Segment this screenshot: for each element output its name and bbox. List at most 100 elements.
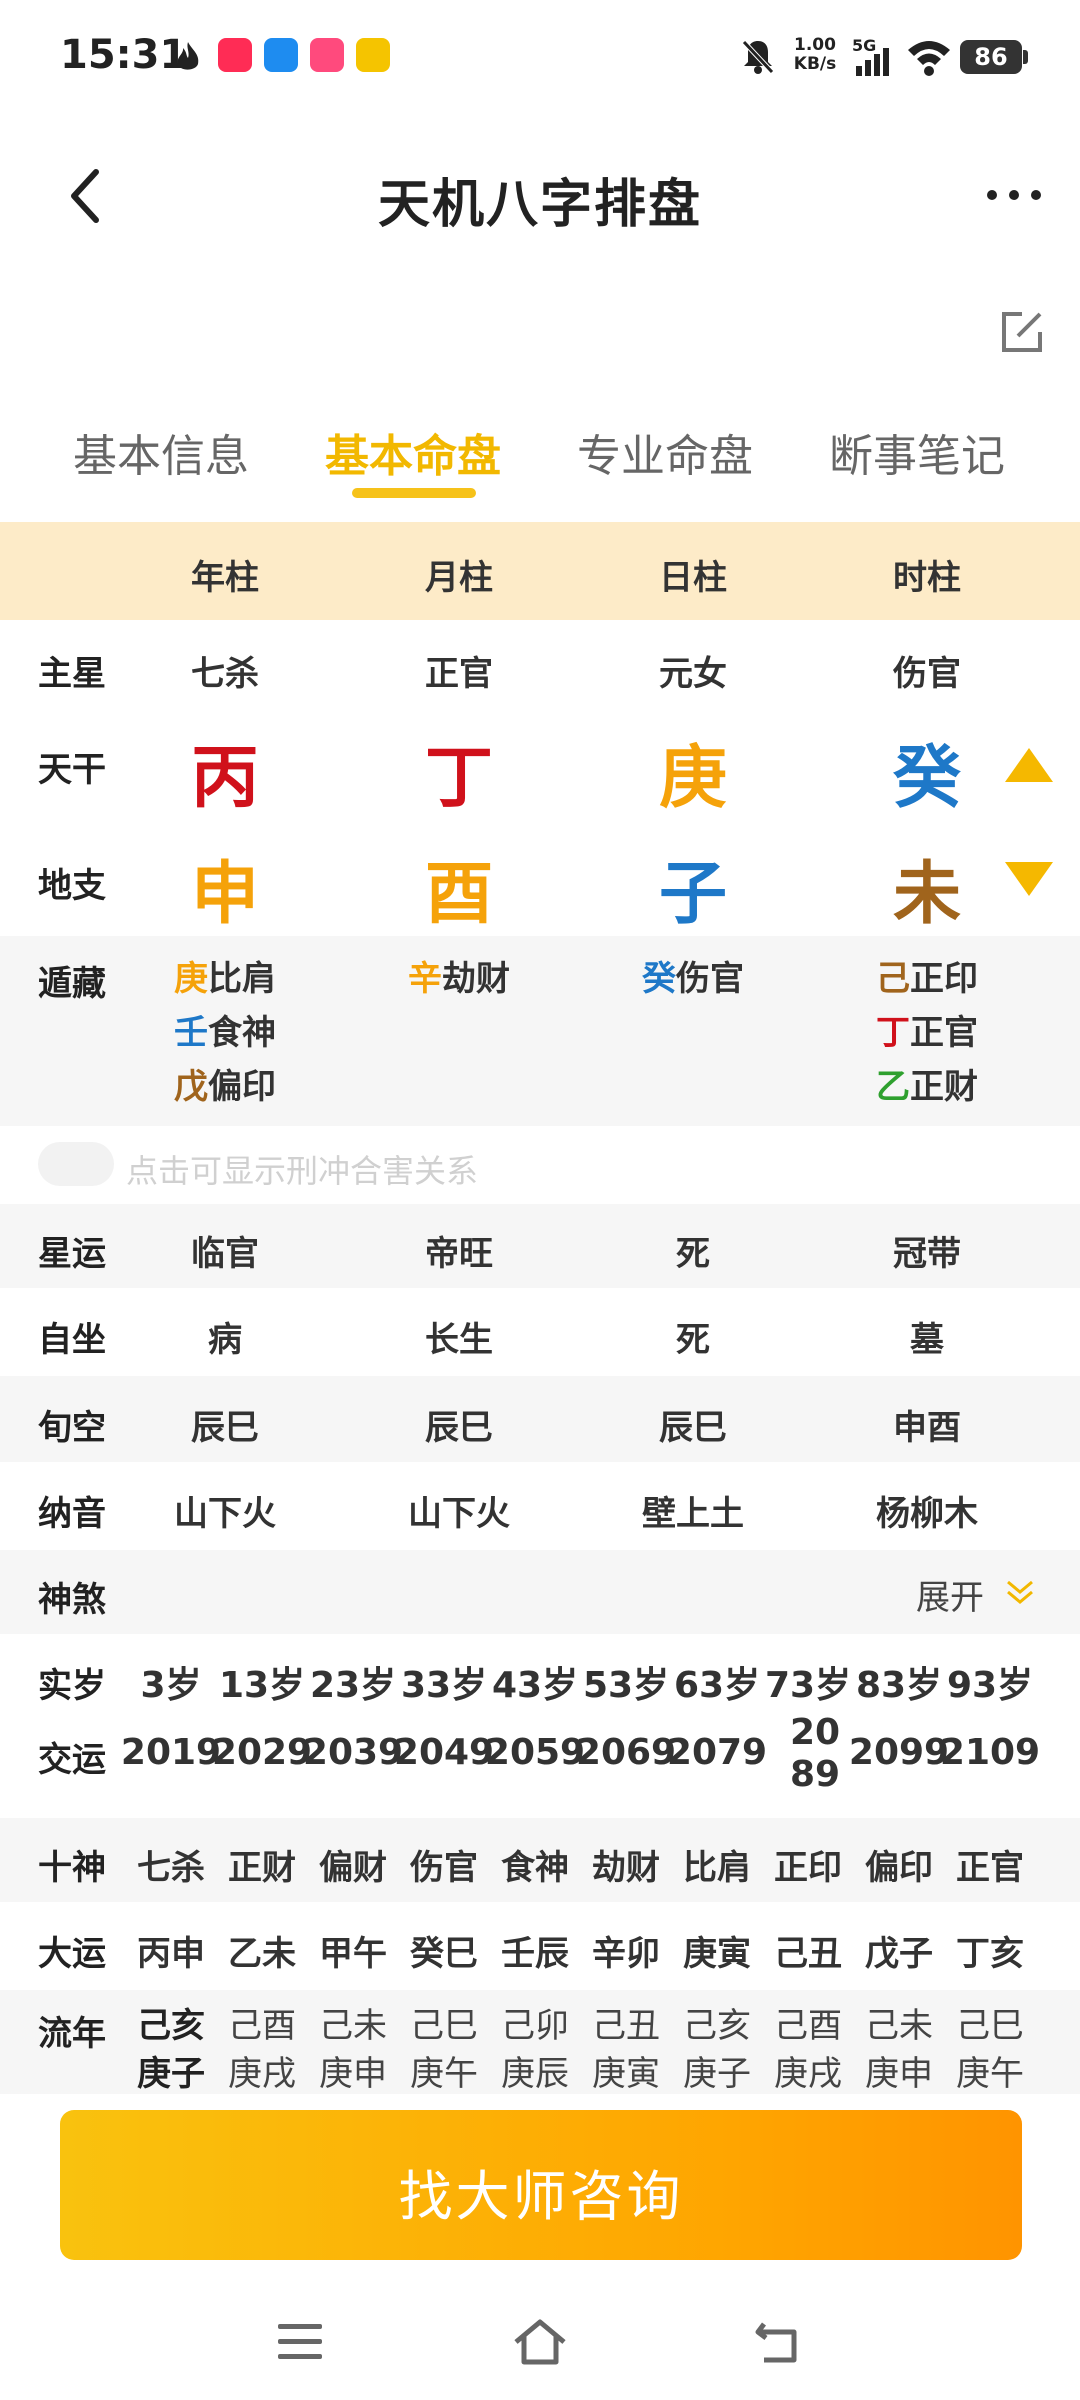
dayun-pillar[interactable]: 辛卯 — [592, 1926, 660, 1975]
row-liunian: 流年 己亥 庚子 己酉 庚戌 己未 庚申 己巳 庚午 己卯 庚辰 己丑 庚寅 己亥 庚子 己酉… — [0, 1990, 1080, 2094]
relation-toggle[interactable] — [38, 1142, 114, 1186]
dizhi-char: 未 — [892, 855, 962, 934]
flame-icon — [177, 42, 199, 70]
nayin-value: 山下火 — [408, 1494, 510, 1534]
row-nayin: 纳音 山下火 山下火 壁上土 杨柳木 — [0, 1464, 1080, 1548]
age-value: 23岁 — [309, 1665, 397, 1706]
jiaoyun-year: 2039 — [302, 1732, 404, 1773]
row-label: 自坐 — [38, 1320, 106, 1360]
tiangan-char: 丙 — [190, 739, 260, 818]
jiaoyun-year: 2109 — [939, 1732, 1041, 1773]
row-canggan: 遁藏 庚比肩 壬食神 戊偏印 辛劫财 癸伤官 己正印 丁正官 乙正财 — [0, 936, 1080, 1126]
dayun-pillar[interactable]: 戊子 — [865, 1926, 933, 1975]
pillar-hour-header: 时柱 — [893, 558, 961, 598]
jiaoyun-year: 2049 — [393, 1732, 495, 1773]
jiaoyun-year: 2029 — [211, 1732, 313, 1773]
liunian-col[interactable]: 己酉 庚戌 — [774, 2002, 842, 2094]
tab-bar: 基本信息 基本命盘 专业命盘 断事笔记 — [0, 420, 1080, 520]
age-value: 83岁 — [855, 1665, 943, 1706]
liunian-col[interactable]: 己未 庚申 — [865, 2002, 933, 2094]
jiaoyun-year: 2099 — [848, 1732, 950, 1773]
row-label: 天干 — [38, 750, 106, 790]
zhuxing-value: 正官 — [425, 654, 493, 694]
age-value: 13岁 — [218, 1665, 306, 1706]
dizhi-char: 申 — [190, 855, 260, 934]
liunian-col[interactable]: 己酉 庚戌 — [228, 2002, 296, 2094]
mute-icon — [742, 40, 774, 74]
row-label: 纳音 — [38, 1494, 106, 1534]
shishen-value: 食神 — [501, 1848, 569, 1888]
lofter-app-icon — [310, 38, 344, 72]
age-value: 93岁 — [946, 1665, 1034, 1706]
active-tab-indicator — [352, 488, 476, 498]
age-value: 63岁 — [673, 1665, 761, 1706]
status-time: 15:31 — [60, 32, 188, 78]
zhuxing-value: 元女 — [659, 654, 727, 694]
edit-icon[interactable] — [1000, 310, 1044, 354]
age-value: 53岁 — [582, 1665, 670, 1706]
consult-master-button[interactable]: 找大师咨询 — [60, 2110, 1022, 2260]
xingyun-value: 死 — [676, 1234, 710, 1274]
tab-notes[interactable]: 断事笔记 — [782, 420, 1052, 484]
row-label: 地支 — [38, 866, 106, 906]
tab-basic-chart[interactable]: 基本命盘 — [278, 420, 548, 484]
shensha-expand-button[interactable]: 展开 — [916, 1570, 984, 1619]
row-zizuo: 自坐 病 长生 死 墓 — [0, 1290, 1080, 1374]
liunian-col[interactable]: 己丑 庚寅 — [592, 2002, 660, 2094]
pillar-header-row: 年柱 月柱 日柱 时柱 — [0, 522, 1080, 620]
menu-icon[interactable] — [276, 2320, 324, 2364]
liunian-col[interactable]: 己巳 庚午 — [956, 2002, 1024, 2094]
zhuxing-value: 伤官 — [893, 654, 961, 694]
jiaoyun-year: 2069 — [575, 1732, 677, 1773]
liunian-col[interactable]: 己亥 庚子 — [683, 2002, 751, 2094]
shishen-value: 偏印 — [865, 1848, 933, 1888]
zhuxing-value: 七杀 — [191, 654, 259, 694]
tab-basic-info[interactable]: 基本信息 — [26, 420, 296, 484]
zizuo-value: 病 — [208, 1320, 242, 1360]
xunkong-value: 辰巳 — [425, 1408, 493, 1448]
liunian-col[interactable]: 己巳 庚午 — [410, 2002, 478, 2094]
dayun-pillar[interactable]: 丁亥 — [956, 1926, 1024, 1975]
expand-down-icon[interactable] — [1005, 862, 1053, 896]
canggan-col: 庚比肩 壬食神 戊偏印 — [174, 959, 276, 1107]
tab-pro-chart[interactable]: 专业命盘 — [530, 420, 800, 484]
shishen-value: 偏财 — [319, 1848, 387, 1888]
shishen-value: 正官 — [956, 1848, 1024, 1888]
jiaoyun-year: 2079 — [666, 1732, 768, 1773]
xingyun-value: 冠带 — [893, 1234, 961, 1274]
nayin-value: 壁上土 — [642, 1494, 744, 1534]
more-dots-icon[interactable] — [984, 180, 1044, 210]
xingyun-value: 临官 — [191, 1234, 259, 1274]
dayun-pillar[interactable]: 庚寅 — [683, 1926, 751, 1975]
tiangan-char: 癸 — [892, 739, 962, 818]
home-icon[interactable] — [510, 2316, 570, 2368]
row-shishen: 十神 七杀 正财 偏财 伤官 食神 劫财 比肩 正印 偏印 正官 — [0, 1818, 1080, 1902]
dayun-pillar[interactable]: 乙未 — [228, 1926, 296, 1975]
dayun-pillar[interactable]: 己丑 — [774, 1926, 842, 1975]
pay-app-icon — [356, 38, 390, 72]
xunkong-value: 申酉 — [893, 1408, 961, 1448]
row-label: 遁藏 — [38, 964, 106, 1004]
dayun-pillar[interactable]: 癸巳 — [410, 1926, 478, 1975]
liunian-col[interactable]: 己卯 庚辰 — [501, 2002, 569, 2094]
row-dayun: 大运 丙申 乙未 甲午 癸巳 壬辰 辛卯 庚寅 己丑 戊子 丁亥 — [0, 1904, 1080, 1988]
zizuo-value: 长生 — [425, 1320, 493, 1360]
dayun-pillar[interactable]: 壬辰 — [501, 1926, 569, 1975]
liunian-col[interactable]: 己未 庚申 — [319, 2002, 387, 2094]
zizuo-value: 死 — [676, 1320, 710, 1360]
jiaoyun-year: 2089 — [789, 1712, 841, 1795]
system-nav-bar — [0, 2290, 1080, 2400]
liunian-col[interactable]: 己亥 庚子 — [137, 2002, 205, 2094]
xunkong-value: 辰巳 — [191, 1408, 259, 1448]
shishen-value: 伤官 — [410, 1848, 478, 1888]
dayun-pillar[interactable]: 丙申 — [137, 1926, 205, 1975]
collapse-up-icon[interactable] — [1005, 748, 1053, 782]
tiangan-char: 丁 — [424, 739, 494, 818]
back-icon[interactable] — [754, 2318, 804, 2366]
dayun-pillar[interactable]: 甲午 — [319, 1926, 387, 1975]
signal-icon — [856, 48, 889, 76]
zizuo-value: 墓 — [910, 1320, 944, 1360]
pillar-year-header: 年柱 — [191, 558, 259, 598]
chevron-double-down-icon[interactable] — [1004, 1576, 1036, 1608]
relation-toggle-hint: 点击可显示刑冲合害关系 — [126, 1152, 479, 1190]
